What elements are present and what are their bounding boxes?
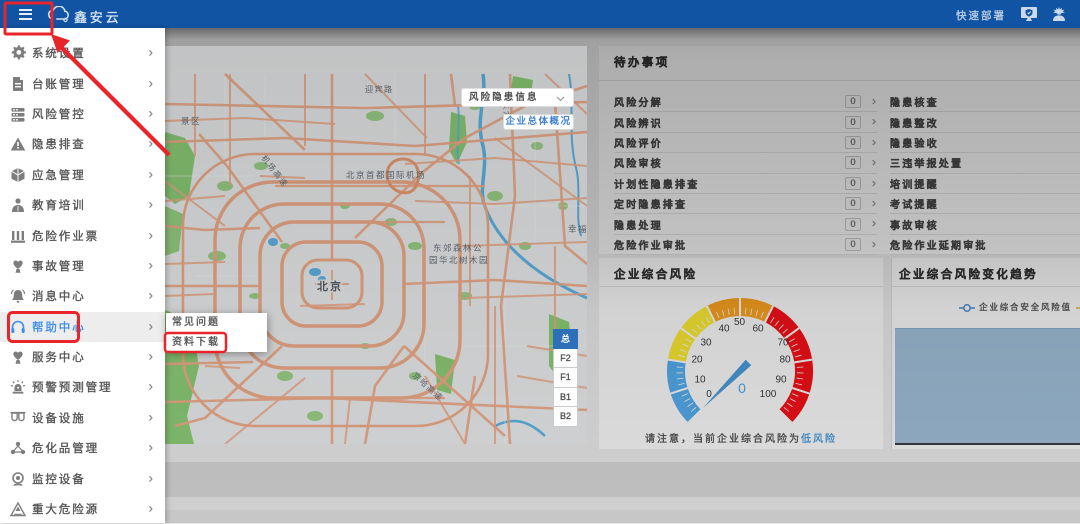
- svg-text:东郊森林公: 东郊森林公: [433, 243, 483, 253]
- svg-text:30: 30: [700, 338, 712, 349]
- svg-text:0: 0: [706, 389, 712, 400]
- svg-text:40: 40: [718, 324, 730, 335]
- svg-text:60: 60: [752, 324, 764, 335]
- svg-text:20: 20: [691, 355, 703, 366]
- svg-text:80: 80: [779, 355, 791, 366]
- svg-text:迎宾路: 迎宾路: [365, 84, 394, 94]
- svg-text:90: 90: [775, 375, 787, 386]
- svg-text:园华北树木园: 园华北树木园: [429, 255, 489, 265]
- svg-text:70: 70: [777, 338, 789, 349]
- svg-text:景区: 景区: [181, 116, 201, 126]
- svg-text:北京首都国际机场: 北京首都国际机场: [346, 170, 426, 180]
- svg-text:幸福: 幸福: [568, 224, 587, 234]
- svg-text:100: 100: [760, 389, 777, 400]
- svg-text:北京: 北京: [317, 279, 343, 293]
- svg-text:50: 50: [734, 317, 746, 328]
- svg-text:0: 0: [738, 380, 746, 396]
- svg-text:10: 10: [694, 375, 706, 386]
